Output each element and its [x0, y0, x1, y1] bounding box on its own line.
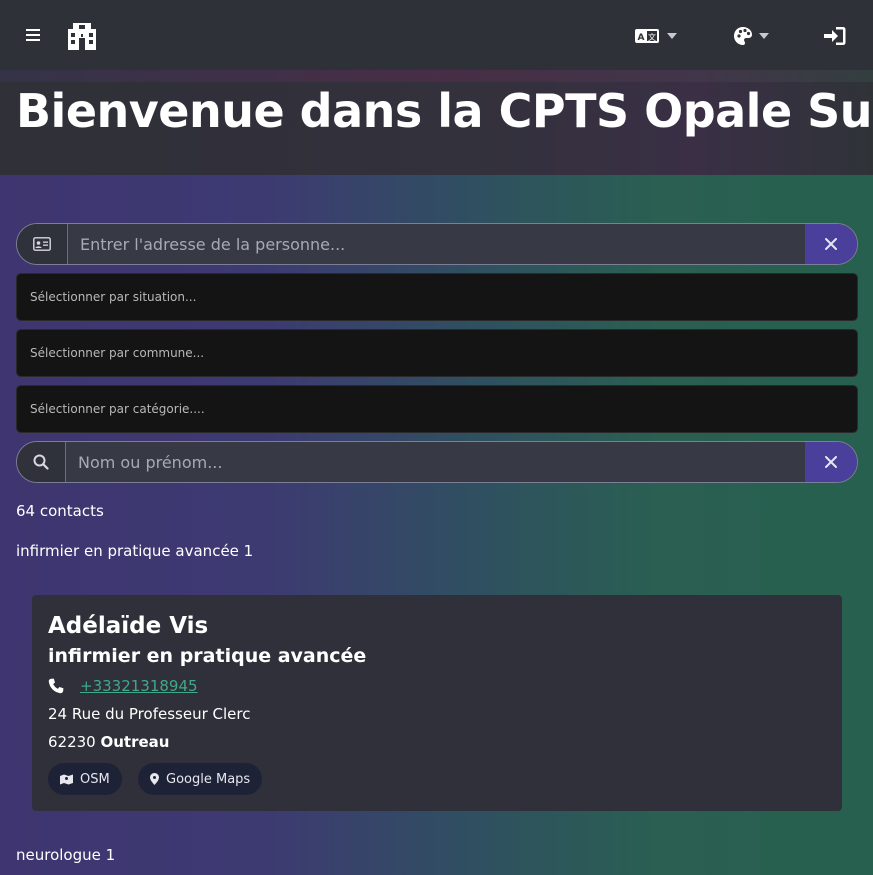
- group-heading-neurologue: neurologue 1: [16, 846, 116, 864]
- contact-phone-link[interactable]: +33321318945: [80, 677, 198, 695]
- category-select[interactable]: Sélectionner par catégorie....: [16, 385, 858, 433]
- situation-select-placeholder: Sélectionner par situation...: [30, 290, 197, 304]
- close-icon: [825, 238, 837, 250]
- page-title: Bienvenue dans la CPTS Opale Sud!: [16, 84, 873, 138]
- hero-banner: Bienvenue dans la CPTS Opale Sud!: [0, 70, 873, 175]
- google-maps-label: Google Maps: [166, 771, 251, 787]
- id-card-icon: [33, 237, 51, 251]
- theme-dropdown[interactable]: [728, 22, 774, 50]
- contact-count: 64 contacts: [16, 502, 104, 520]
- name-search-input[interactable]: [66, 442, 805, 482]
- contact-street: 24 Rue du Professeur Clerc: [48, 705, 251, 723]
- google-maps-button[interactable]: Google Maps: [138, 763, 263, 795]
- address-addon: [17, 224, 68, 264]
- chevron-down-icon: [759, 33, 769, 39]
- osm-button[interactable]: OSM: [48, 763, 122, 795]
- commune-select[interactable]: Sélectionner par commune...: [16, 329, 858, 377]
- home-logo[interactable]: [66, 20, 98, 52]
- name-clear-button[interactable]: [805, 442, 857, 482]
- sign-in-icon: [824, 27, 846, 45]
- hamburger-icon: [26, 29, 40, 41]
- name-search-addon: [17, 442, 66, 482]
- chevron-down-icon: [667, 33, 677, 39]
- contact-postcode: 62230: [48, 733, 96, 751]
- contact-city: Outreau: [100, 733, 170, 751]
- map-icon: [60, 774, 73, 784]
- close-icon: [825, 456, 837, 468]
- translate-icon: A 文: [635, 29, 659, 43]
- svg-text:文: 文: [648, 32, 656, 42]
- language-dropdown[interactable]: A 文: [630, 22, 682, 50]
- category-select-placeholder: Sélectionner par catégorie....: [30, 402, 205, 416]
- menu-button[interactable]: [18, 20, 48, 50]
- contact-role: infirmier en pratique avancée: [48, 645, 367, 667]
- building-icon: [68, 23, 96, 50]
- navbar: A 文: [0, 0, 873, 70]
- contact-city-line: 62230 Outreau: [48, 733, 169, 751]
- address-clear-button[interactable]: [805, 224, 857, 264]
- commune-select-placeholder: Sélectionner par commune...: [30, 346, 205, 360]
- group-heading-ipa: infirmier en pratique avancée 1: [16, 542, 254, 560]
- palette-icon: [734, 27, 752, 45]
- contact-card: Adélaïde Vis infirmier en pratique avanc…: [32, 595, 842, 811]
- login-button[interactable]: [818, 20, 852, 52]
- situation-select[interactable]: Sélectionner par situation...: [16, 273, 858, 321]
- address-input[interactable]: [68, 224, 805, 264]
- contact-name: Adélaïde Vis: [48, 613, 209, 639]
- osm-label: OSM: [80, 771, 110, 787]
- search-icon: [33, 454, 49, 470]
- address-search-group: [16, 223, 858, 265]
- name-search-group: [16, 441, 858, 483]
- phone-icon: [48, 678, 64, 694]
- location-pin-icon: [150, 773, 159, 785]
- svg-text:A: A: [638, 33, 645, 43]
